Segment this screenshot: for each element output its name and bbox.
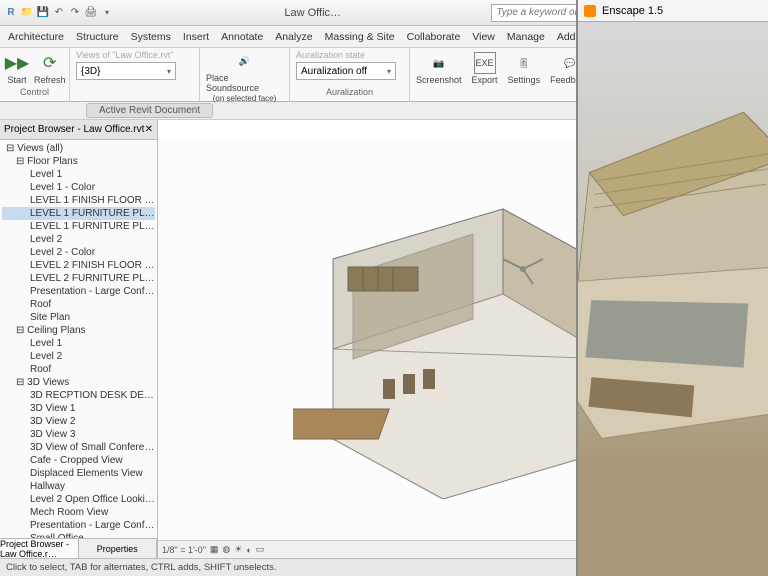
tree-item[interactable]: Presentation - Large Conferenc — [2, 285, 155, 298]
crop-icon[interactable]: ▭ — [256, 544, 265, 555]
enscape-title-text: Enscape 1.5 — [602, 5, 663, 17]
menu-annotate[interactable]: Annotate — [221, 31, 263, 43]
tree-item[interactable]: 3D View 1 — [2, 402, 155, 415]
tree-item[interactable]: 3D View 3 — [2, 428, 155, 441]
detail-level-icon[interactable]: ▦ — [210, 544, 219, 555]
tree-item[interactable]: ⊟ Floor Plans — [2, 155, 155, 168]
tree-item[interactable]: Cafe - Cropped View — [2, 454, 155, 467]
tab-properties[interactable]: Properties — [79, 539, 158, 558]
tab-project-browser[interactable]: Project Browser - Law Office.r… — [0, 539, 79, 558]
tree-item[interactable]: LEVEL 1 FURNITURE PLAN - LO — [2, 220, 155, 233]
visual-style-icon[interactable]: ◍ — [222, 544, 230, 555]
screenshot-button[interactable]: 📷Screenshot — [416, 52, 462, 85]
ribbon-group-views: Views of "Law Office.rvt" {3D}▾ — [70, 48, 200, 101]
settings-button[interactable]: 🎚Settings — [508, 52, 541, 85]
tree-item[interactable]: Level 2 — [2, 350, 155, 363]
save-icon[interactable]: 💾 — [36, 6, 50, 20]
sun-path-icon[interactable]: ☀ — [234, 544, 242, 555]
soundsource-icon: 🔊 — [234, 50, 256, 72]
camera-icon: 📷 — [428, 52, 450, 74]
enscape-render-viewport[interactable] — [578, 22, 768, 576]
tree-item[interactable]: LEVEL 2 FINISH FLOOR PLAN — [2, 259, 155, 272]
tree-item[interactable]: LEVEL 1 FINISH FLOOR PLAN — [2, 194, 155, 207]
qat-dropdown-icon[interactable]: ▾ — [100, 6, 114, 20]
panel-close-icon[interactable]: ✕ — [145, 124, 153, 135]
tree-item[interactable]: Displaced Elements View — [2, 467, 155, 480]
menu-view[interactable]: View — [472, 31, 495, 43]
tree-item[interactable]: Level 1 - Color — [2, 181, 155, 194]
menu-systems[interactable]: Systems — [131, 31, 171, 43]
status-hint: Click to select, TAB for alternates, CTR… — [6, 562, 277, 573]
start-icon: ▶▶ — [6, 52, 28, 74]
refresh-button[interactable]: ⟳ Refresh — [34, 52, 66, 85]
tree-item[interactable]: Presentation - Large Conferenc — [2, 519, 155, 532]
project-browser-panel: Project Browser - Law Office.rvt ✕ ⊟ Vie… — [0, 120, 158, 558]
shadows-icon[interactable]: ◐ — [246, 545, 251, 555]
views-dropdown[interactable]: {3D}▾ — [76, 62, 176, 80]
tree-item[interactable]: Level 1 — [2, 337, 155, 350]
quick-access-toolbar: R 📁 💾 ↶ ↷ 🖨 ▾ — [4, 6, 114, 20]
sidebar-tabs: Project Browser - Law Office.r… Properti… — [0, 538, 157, 558]
tree-item[interactable]: Level 1 — [2, 168, 155, 181]
tree-item[interactable]: ⊟ Ceiling Plans — [2, 324, 155, 337]
menu-insert[interactable]: Insert — [183, 31, 209, 43]
export-icon: EXE — [474, 52, 496, 74]
sliders-icon: 🎚 — [513, 52, 535, 74]
rendered-building — [578, 96, 768, 461]
tree-item[interactable]: Level 2 - Color — [2, 246, 155, 259]
open-icon[interactable]: 📁 — [20, 6, 34, 20]
active-doc-button[interactable]: Active Revit Document — [86, 103, 213, 118]
menu-manage[interactable]: Manage — [507, 31, 545, 43]
menu-analyze[interactable]: Analyze — [275, 31, 312, 43]
tree-item[interactable]: LEVEL 2 FURNITURE PLAN — [2, 272, 155, 285]
project-browser-title: Project Browser - Law Office.rvt ✕ — [0, 120, 157, 140]
tree-item[interactable]: Level 2 — [2, 233, 155, 246]
tree-item[interactable]: Level 2 Open Office Looking W — [2, 493, 155, 506]
scale-label[interactable]: 1/8" = 1'-0" — [162, 545, 206, 555]
tree-item[interactable]: 3D View 2 — [2, 415, 155, 428]
enscape-window: Enscape 1.5 — [576, 0, 768, 576]
auralization-dropdown[interactable]: Auralization off▾ — [296, 62, 396, 80]
ribbon-group-auralization: Auralization state Auralization off▾ Aur… — [290, 48, 410, 101]
tree-item[interactable]: LEVEL 1 FURNITURE PLAN — [2, 207, 155, 220]
enscape-logo-icon — [584, 5, 596, 17]
tree-item[interactable]: Site Plan — [2, 311, 155, 324]
tree-item[interactable]: Roof — [2, 298, 155, 311]
app-menu-icon[interactable]: R — [4, 6, 18, 20]
tree-item[interactable]: Roof — [2, 363, 155, 376]
ribbon-group-control: ▶▶ Start ⟳ Refresh Control — [0, 48, 70, 101]
enscape-titlebar: Enscape 1.5 — [578, 0, 768, 22]
tree-item[interactable]: Mech Room View — [2, 506, 155, 519]
export-button[interactable]: EXEExport — [472, 52, 498, 85]
menu-architecture[interactable]: Architecture — [8, 31, 64, 43]
tree-item[interactable]: 3D RECPTION DESK DETAIL — [2, 389, 155, 402]
menu-structure[interactable]: Structure — [76, 31, 119, 43]
redo-icon[interactable]: ↷ — [68, 6, 82, 20]
menu-collaborate[interactable]: Collaborate — [407, 31, 461, 43]
place-soundsource-button: 🔊 Place Soundsource (on selected face) — [206, 50, 283, 103]
refresh-icon: ⟳ — [39, 52, 61, 74]
tree-item[interactable]: ⊟ 3D Views — [2, 376, 155, 389]
start-button[interactable]: ▶▶ Start — [6, 52, 28, 85]
aural-label: Auralization state — [296, 50, 365, 60]
views-label: Views of "Law Office.rvt" — [76, 50, 174, 60]
print-icon[interactable]: 🖨 — [84, 6, 98, 20]
document-title: Law Offic… — [134, 7, 491, 19]
tree-item[interactable]: ⊟ Views (all) — [2, 142, 155, 155]
tree-item[interactable]: 3D View of Small Conference R — [2, 441, 155, 454]
ribbon-group-sound: 🔊 Place Soundsource (on selected face) — [200, 48, 290, 101]
undo-icon[interactable]: ↶ — [52, 6, 66, 20]
project-browser-tree[interactable]: ⊟ Views (all)⊟ Floor PlansLevel 1Level 1… — [0, 140, 157, 538]
tree-item[interactable]: Hallway — [2, 480, 155, 493]
menu-massing[interactable]: Massing & Site — [325, 31, 395, 43]
